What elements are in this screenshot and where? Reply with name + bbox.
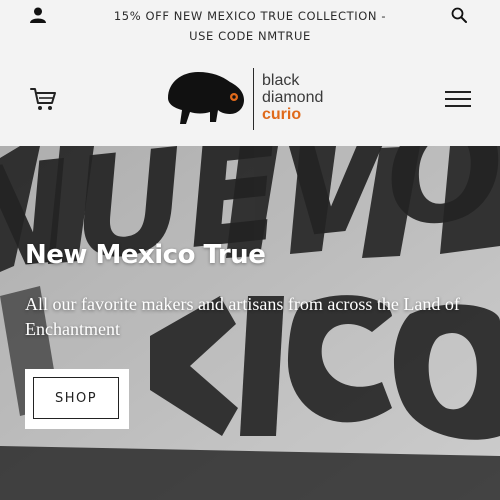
page: 15% OFF NEW MEXICO TRUE COLLECTION - USE… [0, 0, 500, 500]
hero-banner: NUEVO MEXICO New Mexico True All our fav… [0, 146, 500, 500]
hamburger-menu-icon [445, 91, 471, 107]
bison-logo-icon [168, 72, 244, 124]
logo-word-black: black [262, 72, 300, 89]
logo-word-diamond: diamond [262, 89, 324, 106]
logo-wordmark: black diamond curio [262, 72, 323, 123]
logo-word-curio: curio [262, 106, 302, 123]
search-icon [451, 7, 467, 23]
shop-button-frame: SHOP [25, 369, 129, 429]
shop-button[interactable]: SHOP [33, 377, 119, 419]
hero-title: New Mexico True [25, 240, 266, 270]
announcement-line-1: 15% OFF NEW MEXICO TRUE COLLECTION - [113, 9, 387, 23]
site-header: 15% OFF NEW MEXICO TRUE COLLECTION - USE… [0, 0, 500, 146]
announcement-bar: 15% OFF NEW MEXICO TRUE COLLECTION - USE… [90, 6, 410, 46]
user-icon [30, 7, 46, 23]
logo-link[interactable]: black diamond curio [164, 64, 344, 136]
search-button[interactable] [447, 4, 471, 26]
logo-divider [253, 68, 254, 130]
account-button[interactable] [26, 4, 50, 26]
announcement-line-2: USE CODE NMTRUE [189, 29, 311, 43]
cart-button[interactable] [26, 84, 60, 114]
hero-subtitle: All our favorite makers and artisans fro… [25, 294, 460, 339]
menu-button[interactable] [442, 86, 474, 112]
cart-icon [30, 88, 56, 110]
